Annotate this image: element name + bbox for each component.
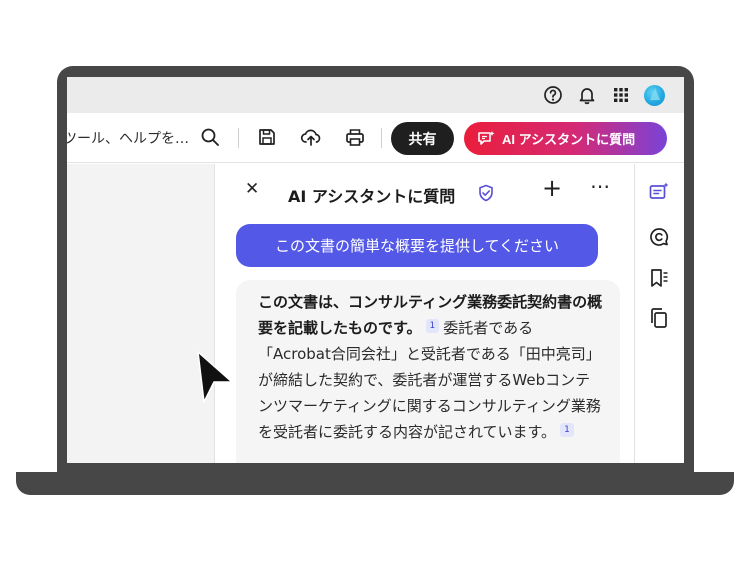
- citation-badge[interactable]: 1: [425, 319, 440, 333]
- toolbar-divider: [381, 128, 382, 148]
- top-header-bar: [67, 77, 684, 113]
- panel-title: AI アシスタントに質問: [288, 187, 456, 206]
- shield-check-icon[interactable]: [477, 184, 495, 202]
- new-chat-plus-icon[interactable]: +: [542, 176, 562, 200]
- ai-assistant-button[interactable]: AI アシスタントに質問: [464, 122, 667, 155]
- save-icon[interactable]: [256, 126, 278, 148]
- assistant-answer: この文書は、コンサルティング業務委託契約書の概要を記載したものです。 1 委託者であ…: [236, 280, 620, 463]
- help-icon[interactable]: [543, 85, 563, 105]
- print-icon[interactable]: [344, 126, 366, 148]
- share-button[interactable]: 共有: [391, 122, 454, 155]
- cloud-upload-icon[interactable]: [300, 126, 322, 148]
- avatar[interactable]: [644, 85, 665, 106]
- document-viewer[interactable]: [67, 164, 215, 463]
- ai-assistant-panel: ✕ AI アシスタントに質問 + ⋯ この文書の簡単な概要を提供してください こ…: [216, 164, 634, 463]
- user-prompt-bubble: この文書の簡単な概要を提供してください: [236, 224, 598, 267]
- toolbar: ツール、ヘルプを… 共有 AI アシスタントに質問: [67, 113, 684, 163]
- close-icon[interactable]: ✕: [245, 181, 259, 198]
- citation-badge[interactable]: 1: [560, 423, 574, 437]
- right-tool-rail: [634, 164, 684, 463]
- bell-icon[interactable]: [577, 85, 597, 105]
- answer-body: 委託者である「Acrobat合同会社」と受託者である「田中亮司」が締結した契約で…: [258, 319, 601, 441]
- app-window: ツール、ヘルプを… 共有 AI アシスタントに質問 ✕ AI アシスタントに質問…: [67, 77, 684, 463]
- toolbar-divider: [238, 128, 239, 148]
- ai-assistant-button-label: AI アシスタントに質問: [502, 132, 636, 147]
- copy-pages-icon[interactable]: [648, 307, 670, 329]
- search-icon[interactable]: [199, 126, 221, 148]
- search-prompt-text[interactable]: ツール、ヘルプを…: [67, 128, 189, 148]
- mouse-cursor-icon: [195, 350, 235, 405]
- laptop-base: [16, 472, 734, 495]
- bookmark-icon[interactable]: [648, 267, 670, 289]
- comment-icon[interactable]: [648, 226, 670, 248]
- ai-assistant-icon: [478, 130, 495, 145]
- ai-chat-icon[interactable]: [648, 181, 670, 203]
- more-options-icon[interactable]: ⋯: [590, 176, 611, 196]
- apps-grid-icon[interactable]: [611, 85, 631, 105]
